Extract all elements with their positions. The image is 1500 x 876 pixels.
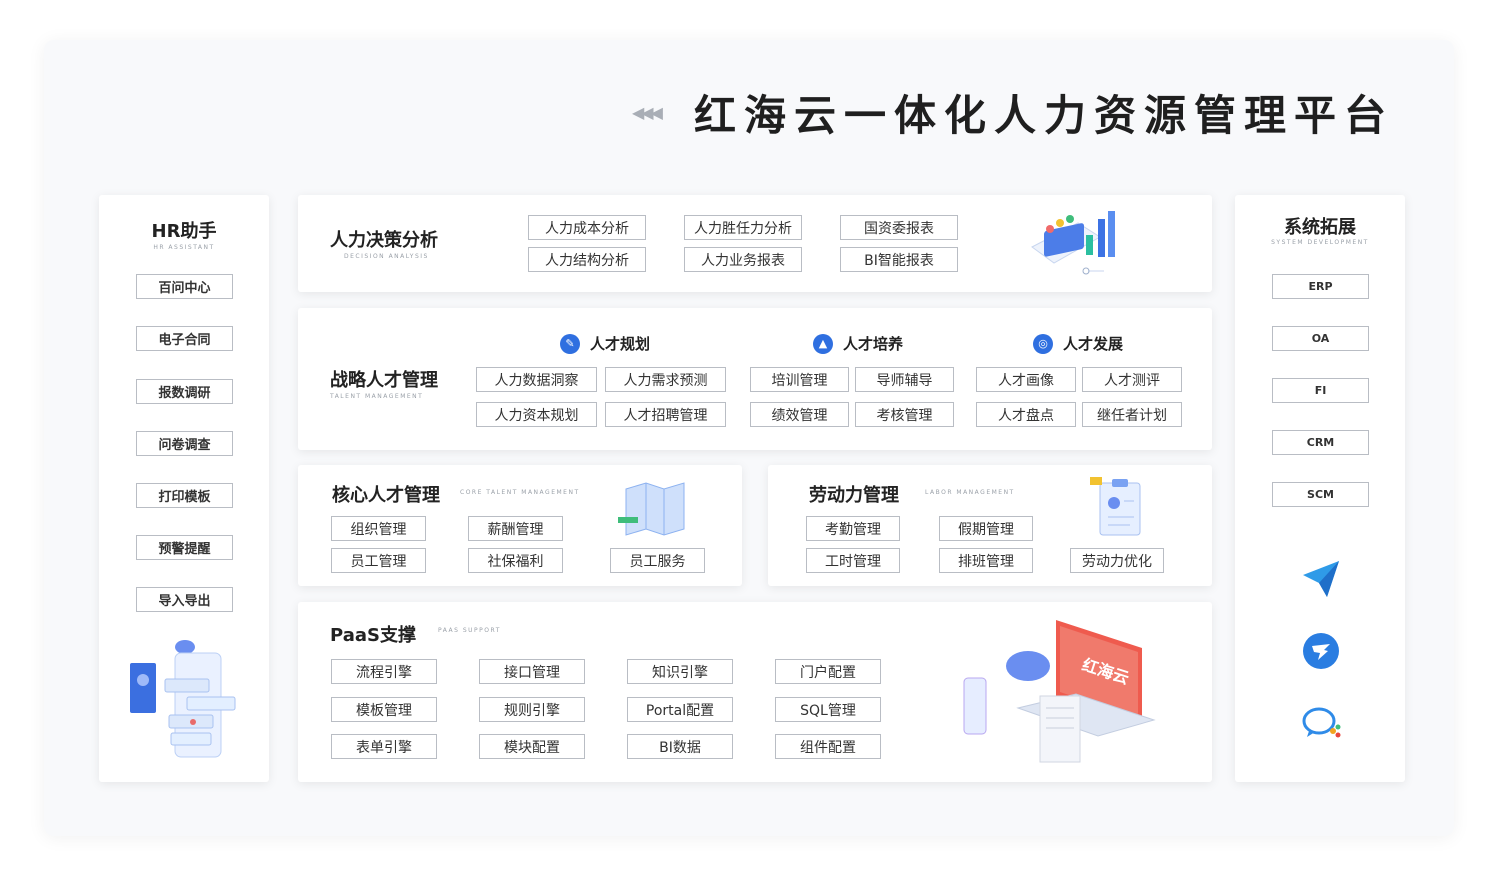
core-talent-section: 核心人才管理 CORE TALENT MANAGEMENT 组织管理 薪酬管理 … (298, 465, 742, 586)
labor-item[interactable]: 假期管理 (939, 516, 1033, 541)
strategy-item[interactable]: 人力数据洞察 (476, 367, 597, 392)
strategy-item[interactable]: 人才测评 (1082, 367, 1182, 392)
hr-item[interactable]: 导入导出 (136, 587, 233, 612)
group-talent-planning: ✎ 人才规划 (560, 333, 650, 354)
system-item[interactable]: SCM (1272, 482, 1369, 507)
page-title: 红海云一体化人力资源管理平台 (694, 90, 1395, 140)
laptop-brand-illustration: 红海云 (958, 616, 1158, 772)
strategy-item[interactable]: 人才招聘管理 (605, 402, 726, 427)
graduation-cap-icon: ▲ (813, 333, 833, 354)
development-icon: ◎ (1033, 333, 1053, 354)
paas-item[interactable]: 流程引擎 (331, 659, 437, 684)
group-title-text: 人才规划 (590, 335, 651, 353)
paas-item[interactable]: 知识引擎 (627, 659, 733, 684)
folded-map-illustration-icon (618, 482, 685, 536)
paas-title: PaaS支撑 (330, 625, 416, 646)
strategy-subtitle: TALENT MANAGEMENT (330, 393, 424, 400)
hr-item[interactable]: 报数调研 (136, 379, 233, 404)
paas-item[interactable]: Portal配置 (627, 697, 733, 722)
arrows-decoration-icon: ◀◀◀ (632, 102, 663, 122)
decision-title: 人力决策分析 (330, 230, 438, 251)
strategy-item[interactable]: 继任者计划 (1082, 402, 1182, 427)
clipboard-illustration-icon (1090, 477, 1141, 536)
labor-item[interactable]: 考勤管理 (806, 516, 900, 541)
strategy-item[interactable]: 人才画像 (976, 367, 1076, 392)
strategy-title: 战略人才管理 (330, 370, 438, 391)
labor-subtitle: LABOR MANAGEMENT (925, 489, 1015, 496)
decision-subtitle: DECISION ANALYSIS (344, 253, 429, 260)
strategy-item[interactable]: 人力需求预测 (605, 367, 726, 392)
decision-item[interactable]: 人力结构分析 (528, 247, 646, 272)
paas-item[interactable]: 模块配置 (479, 734, 585, 759)
core-title: 核心人才管理 (332, 485, 440, 506)
system-item[interactable]: OA (1272, 326, 1369, 351)
strategy-item[interactable]: 考核管理 (855, 402, 954, 427)
hr-assistant-subtitle: HR ASSISTANT (153, 244, 215, 251)
paas-item[interactable]: 规则引擎 (479, 697, 585, 722)
decision-item[interactable]: 人力成本分析 (528, 215, 646, 240)
decision-item[interactable]: 人力胜任力分析 (684, 215, 802, 240)
strategy-item[interactable]: 导师辅导 (855, 367, 954, 392)
paas-item[interactable]: 组件配置 (775, 734, 881, 759)
system-item[interactable]: ERP (1272, 274, 1369, 299)
strategic-talent-section: 战略人才管理 TALENT MANAGEMENT ✎ 人才规划 人力数据洞察 人… (298, 308, 1212, 450)
dingtalk-icon[interactable] (1302, 632, 1340, 670)
system-subtitle: SYSTEM DEVELOPMENT (1271, 239, 1369, 246)
laptop-illustration-icon (963, 620, 1156, 763)
page-header: ◀◀◀ 红海云一体化人力资源管理平台 (632, 82, 1422, 142)
strategy-item[interactable]: 人力资本规划 (476, 402, 597, 427)
group-title-text: 人才发展 (1063, 335, 1124, 353)
core-item[interactable]: 组织管理 (331, 516, 426, 541)
hr-item[interactable]: 预警提醒 (136, 535, 233, 560)
hr-item[interactable]: 问卷调查 (136, 431, 233, 456)
paper-plane-icon[interactable] (1301, 559, 1341, 599)
decision-item[interactable]: 国资委报表 (840, 215, 958, 240)
core-item[interactable]: 薪酬管理 (468, 516, 563, 541)
strategy-item[interactable]: 人才盘点 (976, 402, 1076, 427)
hr-item[interactable]: 打印模板 (136, 483, 233, 508)
wecom-icon[interactable] (1301, 705, 1343, 741)
system-title: 系统拓展 (1284, 217, 1356, 238)
paas-item[interactable]: BI数据 (627, 734, 733, 759)
group-talent-cultivation: ▲ 人才培养 (813, 333, 903, 354)
paas-subtitle: PAAS SUPPORT (438, 627, 501, 634)
hr-item[interactable]: 电子合同 (136, 326, 233, 351)
labor-section: 劳动力管理 LABOR MANAGEMENT 考勤管理 假期管理 工时管理 排班… (768, 465, 1212, 586)
group-talent-development: ◎ 人才发展 (1033, 333, 1123, 354)
system-extension-panel: 系统拓展 SYSTEM DEVELOPMENT ERP OA FI CRM SC… (1235, 195, 1405, 782)
paas-item[interactable]: 门户配置 (775, 659, 881, 684)
core-item[interactable]: 员工服务 (610, 548, 705, 573)
mobile-phone-illustration-icon (130, 640, 236, 758)
group-title-text: 人才培养 (843, 335, 904, 353)
paas-item[interactable]: SQL管理 (775, 697, 881, 722)
decision-item[interactable]: BI智能报表 (840, 247, 958, 272)
paas-section: PaaS支撑 PAAS SUPPORT 流程引擎 接口管理 知识引擎 门户配置 … (298, 602, 1212, 782)
system-item[interactable]: CRM (1272, 430, 1369, 455)
labor-item[interactable]: 工时管理 (806, 548, 900, 573)
decision-item[interactable]: 人力业务报表 (684, 247, 802, 272)
labor-item[interactable]: 劳动力优化 (1070, 548, 1164, 573)
decision-analysis-section: 人力决策分析 DECISION ANALYSIS 人力成本分析 人力胜任力分析 … (298, 195, 1212, 292)
strategy-item[interactable]: 绩效管理 (750, 402, 849, 427)
core-item[interactable]: 员工管理 (331, 548, 426, 573)
system-item[interactable]: FI (1272, 378, 1369, 403)
labor-item[interactable]: 排班管理 (939, 548, 1033, 573)
hr-item[interactable]: 百问中心 (136, 274, 233, 299)
hr-assistant-panel: HR助手 HR ASSISTANT 百问中心 电子合同 报数调研 问卷调查 打印… (99, 195, 269, 782)
core-item[interactable]: 社保福利 (468, 548, 563, 573)
planning-icon: ✎ (560, 333, 580, 354)
paas-item[interactable]: 模板管理 (331, 697, 437, 722)
paas-item[interactable]: 接口管理 (479, 659, 585, 684)
analytics-dashboard-illustration-icon (1031, 211, 1115, 275)
strategy-item[interactable]: 培训管理 (750, 367, 849, 392)
core-subtitle: CORE TALENT MANAGEMENT (460, 489, 580, 496)
hr-assistant-title: HR助手 (151, 221, 217, 242)
paas-item[interactable]: 表单引擎 (331, 734, 437, 759)
labor-title: 劳动力管理 (809, 485, 899, 506)
